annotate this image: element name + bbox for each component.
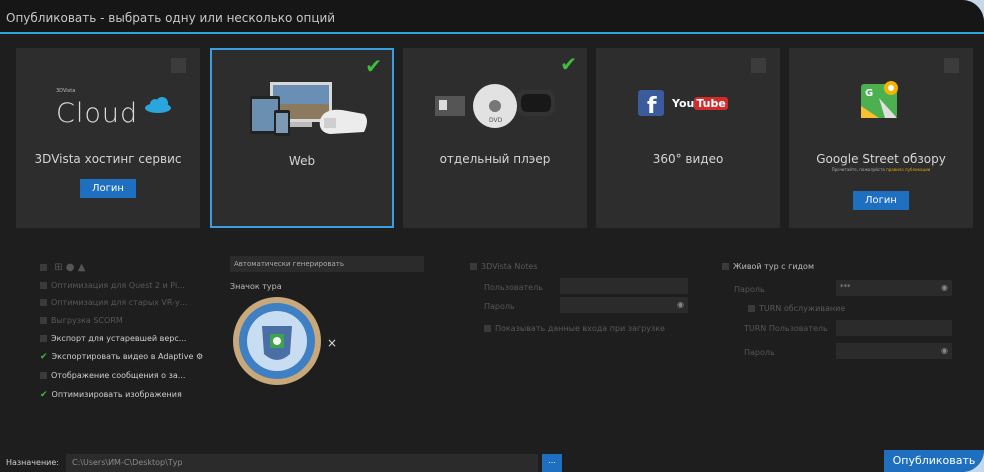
standalone-player-icon: DVD: [435, 84, 555, 128]
notes-show-login[interactable]: Показывать данные входа при загрузке: [484, 324, 665, 333]
platform-icons: ⊞ ● ▲: [40, 262, 85, 273]
card-label: отдельный плэер: [439, 152, 551, 166]
eye-icon[interactable]: ◉: [941, 346, 948, 355]
street-view-note: Прочитайте, пожалуйста правила публикаци…: [831, 167, 931, 172]
checkbox[interactable]: [484, 325, 491, 332]
notes-user-label: Пользователь: [484, 283, 543, 292]
option-label: Оптимизация для старых VR-у...: [51, 298, 188, 307]
check-icon[interactable]: ✔: [560, 52, 577, 76]
apple-icon: ●: [65, 262, 75, 273]
notes-password-label: Пароль: [484, 302, 515, 311]
option-old-vr[interactable]: Оптимизация для старых VR-у...: [40, 298, 187, 307]
platform-checkbox[interactable]: [40, 264, 47, 271]
publish-button[interactable]: Опубликовать: [884, 450, 984, 472]
checkbox[interactable]: [40, 282, 47, 289]
youtube-text-tube: Tube: [694, 97, 728, 110]
notes-toggle[interactable]: 3DVista Notes: [470, 262, 537, 271]
password-mask: ***: [840, 283, 851, 291]
eye-icon[interactable]: ◉: [941, 283, 948, 292]
option-label: Экспортировать видео в Adaptive: [51, 352, 194, 361]
android-icon: ▲: [77, 262, 86, 273]
checkbox[interactable]: [40, 372, 47, 379]
option-label: Выгрузка SCORM: [51, 316, 123, 325]
card-label: Google Street обзору: [816, 152, 946, 166]
card-label: 3DVista хостинг сервис: [34, 152, 182, 166]
option-show-message[interactable]: Отображение сообщения о за...: [40, 371, 185, 380]
cloud-login-button[interactable]: Логин: [80, 179, 136, 198]
card-checkbox[interactable]: [171, 58, 186, 73]
remove-thumbnail-button[interactable]: ×: [327, 336, 337, 350]
option-legacy-export[interactable]: Экспорт для устаревшей верс...: [40, 334, 186, 343]
cloud-brand-small: 3DVista: [56, 88, 76, 94]
option-scorm[interactable]: Выгрузка SCORM: [40, 316, 123, 325]
destination-path-input[interactable]: C:\Users\ИМ-С\Desktop\Тур: [66, 454, 538, 472]
windows-icon: ⊞: [54, 262, 63, 273]
turn-user-label: TURN Пользователь: [744, 324, 828, 333]
checkbox[interactable]: [40, 335, 47, 342]
option-label: Отображение сообщения о за...: [51, 371, 186, 380]
cloud-logo-text: Cloud: [56, 98, 139, 129]
dropdown-value: Автоматически генерировать: [234, 260, 344, 268]
path-value: C:\Users\ИМ-С\Desktop\Тур: [72, 458, 183, 467]
card-web[interactable]: ✔ Web: [210, 48, 394, 228]
option-label: TURN обслуживание: [759, 304, 846, 313]
youtube-logo: You Tube: [672, 97, 728, 110]
option-label: Оптимизация для Quest 2 и Pi...: [51, 281, 185, 290]
title-bar: Опубликовать - выбрать одну или нескольк…: [0, 0, 984, 34]
notes-user-input[interactable]: [560, 278, 688, 294]
card-360-video[interactable]: f You Tube 360° видео: [596, 48, 780, 228]
option-label: Показывать данные входа при загрузке: [495, 324, 665, 333]
publish-dialog: Опубликовать - выбрать одну или нескольк…: [0, 0, 984, 472]
svg-text:G: G: [865, 88, 873, 99]
card-checkbox[interactable]: [751, 58, 766, 73]
gear-icon[interactable]: ⚙: [196, 352, 203, 361]
turn-password-input[interactable]: ◉: [836, 343, 952, 359]
checkbox[interactable]: [40, 317, 47, 324]
cloud-icon: [145, 97, 171, 113]
card-label: 360° видео: [652, 152, 724, 166]
street-view-icon: G: [861, 81, 898, 118]
dialog-title: Опубликовать - выбрать одну или нескольк…: [6, 11, 336, 25]
live-password-input[interactable]: *** ◉: [836, 280, 952, 296]
turn-service-toggle[interactable]: TURN обслуживание: [748, 304, 845, 313]
youtube-text-you: You: [672, 97, 695, 110]
card-checkbox[interactable]: [944, 58, 959, 73]
tour-thumbnail-emblem[interactable]: [232, 296, 322, 386]
svg-text:f: f: [647, 94, 657, 116]
option-label: Живой тур с гидом: [733, 262, 814, 271]
live-tour-toggle[interactable]: Живой тур с гидом: [722, 262, 814, 271]
devices-icon: [250, 82, 367, 136]
notes-password-input[interactable]: ◉: [560, 297, 688, 313]
option-label: 3DVista Notes: [481, 262, 538, 271]
check-icon[interactable]: ✔: [365, 54, 382, 78]
street-view-login-button[interactable]: Логин: [853, 191, 909, 210]
card-cloud-hosting[interactable]: 3DVista Cloud 3DVista хостинг сервис Лог…: [16, 48, 200, 228]
option-adaptive-video[interactable]: ✔ Экспортировать видео в Adaptive ⚙: [40, 352, 203, 362]
option-label: Оптимизировать изображения: [51, 390, 182, 399]
thumbnail-label: Значок тура: [230, 282, 282, 291]
check-icon[interactable]: ✔: [40, 352, 48, 362]
card-label: Web: [288, 154, 316, 168]
turn-password-label: Пароль: [744, 348, 775, 357]
option-optimize-images[interactable]: ✔ Оптимизировать изображения: [40, 390, 182, 400]
option-label: Экспорт для устаревшей верс...: [51, 334, 187, 343]
card-standalone-player[interactable]: ✔ DVD отдельный плэер: [403, 48, 587, 228]
option-quest2[interactable]: Оптимизация для Quest 2 и Pi...: [40, 281, 185, 290]
destination-label: Назначение:: [6, 458, 59, 467]
thumbnail-dropdown[interactable]: Автоматически генерировать: [230, 256, 424, 272]
check-icon[interactable]: ✔: [40, 390, 48, 400]
checkbox[interactable]: [748, 305, 755, 312]
card-google-street-view[interactable]: G Google Street обзору Прочитайте, пожал…: [789, 48, 973, 228]
turn-user-input[interactable]: [836, 320, 952, 336]
browse-button[interactable]: ...: [542, 454, 562, 472]
street-view-note-link[interactable]: правила публикации: [886, 167, 930, 172]
eye-icon[interactable]: ◉: [677, 300, 684, 309]
checkbox[interactable]: [722, 263, 729, 270]
svg-text:DVD: DVD: [489, 117, 503, 124]
checkbox[interactable]: [470, 263, 477, 270]
live-password-label: Пароль: [734, 285, 765, 294]
facebook-icon: f: [638, 90, 664, 116]
checkbox[interactable]: [40, 299, 47, 306]
